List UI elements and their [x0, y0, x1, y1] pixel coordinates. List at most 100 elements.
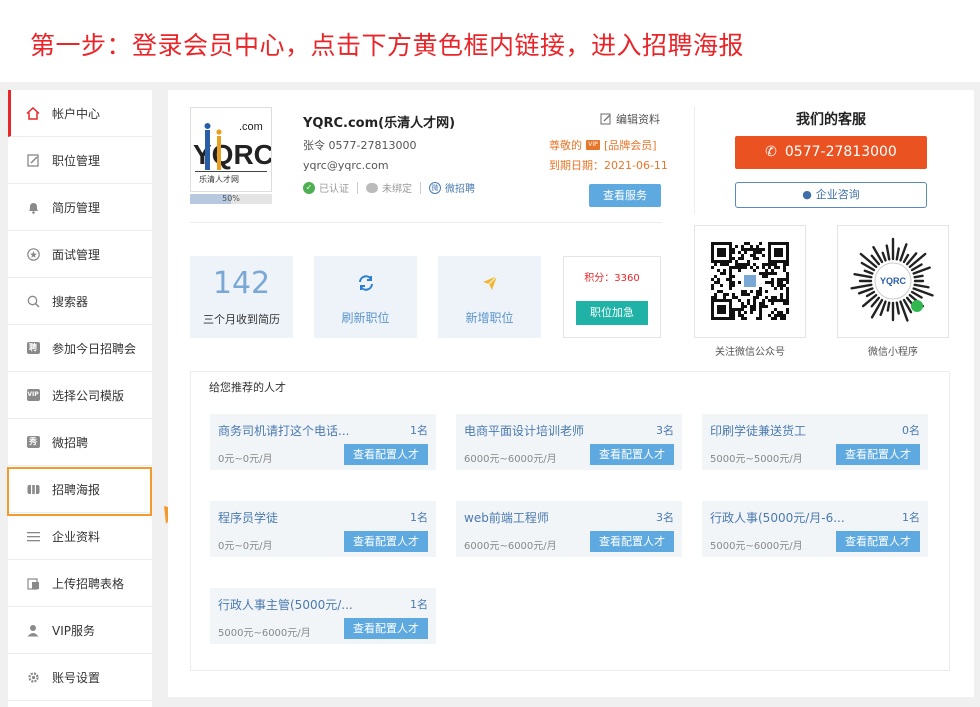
recommend-count: 3名: [656, 424, 674, 437]
hire-icon: 聘: [26, 341, 40, 355]
sidebar-item-label: 帐户中心: [52, 106, 101, 121]
resume-count-card[interactable]: 142 三个月收到简历: [190, 256, 293, 338]
add-job-button[interactable]: 新增职位: [438, 256, 541, 338]
sidebar-item-interview-management[interactable]: 面试管理: [8, 231, 152, 278]
recommend-card[interactable]: 商务司机请打这个电话... 1名 0元~0元/月 查看配置人才: [210, 414, 436, 470]
recommend-job-name[interactable]: 商务司机请打这个电话...: [218, 422, 378, 439]
vip-icon: VIP: [26, 388, 40, 402]
sidebar-item-label: 账号设置: [52, 670, 101, 685]
verified-icon: ✓: [303, 181, 315, 194]
phone-button[interactable]: ✆ 0577-27813000: [735, 136, 927, 169]
sidebar-item-upload-form[interactable]: 上传招聘表格: [8, 560, 152, 607]
refresh-icon: [314, 274, 417, 296]
profile-progress-bar: 50%: [190, 194, 272, 204]
recommend-job-name[interactable]: 印刷学徒兼送货工: [710, 422, 870, 439]
view-service-button[interactable]: 查看服务: [589, 184, 661, 207]
view-talent-button[interactable]: 查看配置人才: [344, 531, 428, 552]
sidebar-item-label: 微招聘: [52, 435, 89, 450]
contact-info: 张令 0577-27813000: [303, 139, 417, 152]
show-icon: 秀: [26, 435, 40, 449]
wechat-qr-label: 关注微信公众号: [715, 347, 785, 358]
search-icon: [26, 294, 40, 308]
view-talent-button[interactable]: 查看配置人才: [344, 444, 428, 465]
wechat-qr-code: [694, 225, 806, 338]
view-talent-button[interactable]: 查看配置人才: [590, 531, 674, 552]
resume-count-label: 三个月收到简历: [203, 313, 280, 326]
sidebar-item-job-management[interactable]: 职位管理: [8, 137, 152, 184]
divider: [190, 222, 662, 223]
recommend-salary: 6000元~6000元/月: [464, 541, 557, 552]
sidebar-item-company-template[interactable]: VIP 选择公司模版: [8, 372, 152, 419]
recommend-job-name[interactable]: 行政人事主管(5000元/...: [218, 596, 378, 613]
recommend-salary: 6000元~6000元/月: [464, 454, 557, 465]
recommend-salary: 5000元~6000元/月: [218, 628, 311, 639]
edit-profile-link[interactable]: 编辑资料: [600, 111, 660, 127]
sidebar-item-label: 上传招聘表格: [52, 576, 125, 591]
recommend-card[interactable]: 印刷学徒兼送货工 0名 5000元~5000元/月 查看配置人才: [702, 414, 928, 470]
send-icon: [438, 274, 541, 296]
recommend-card[interactable]: 行政人事主管(5000元/... 1名 5000元~6000元/月 查看配置人才: [210, 588, 436, 644]
view-talent-button[interactable]: 查看配置人才: [836, 531, 920, 552]
sidebar-item-label: 搜索器: [52, 294, 89, 309]
recommend-count: 1名: [902, 511, 920, 524]
divider-vertical: [694, 107, 695, 214]
sidebar-item-account-center[interactable]: 帐户中心: [8, 90, 152, 137]
sidebar-item-searcher[interactable]: 搜索器: [8, 278, 152, 325]
gear-icon: [26, 670, 40, 684]
recommend-card[interactable]: 行政人事(5000元/月-6... 1名 5000元~6000元/月 查看配置人…: [702, 501, 928, 557]
phone-icon: ✆: [765, 144, 777, 160]
instruction-banner: 第一步：登录会员中心，点击下方黄色框内链接，进入招聘海报: [0, 0, 980, 82]
home-icon: [26, 106, 40, 120]
upload-icon: [26, 576, 40, 590]
sidebar: 帐户中心 职位管理 简历管理 面试管理 搜索器 聘 参加今日招聘会 VIP 选择…: [8, 90, 152, 707]
recommend-job-name[interactable]: 行政人事(5000元/月-6...: [710, 509, 870, 526]
recommend-salary: 5000元~6000元/月: [710, 541, 803, 552]
enterprise-consult-button[interactable]: ● 企业咨询: [735, 182, 927, 208]
verified-label: 已认证: [319, 184, 349, 195]
email-address: yqrc@yqrc.com: [303, 159, 389, 172]
sidebar-item-label: 企业资料: [52, 529, 101, 544]
sidebar-item-job-fair[interactable]: 聘 参加今日招聘会: [8, 325, 152, 372]
refresh-job-button[interactable]: 刷新职位: [314, 256, 417, 338]
banner-title: 第一步：登录会员中心，点击下方黄色框内链接，进入招聘海报: [30, 31, 745, 60]
sidebar-item-company-info[interactable]: 企业资料: [8, 513, 152, 560]
recommend-job-name[interactable]: web前端工程师: [464, 509, 624, 526]
recommend-card[interactable]: 电商平面设计培训老师 3名 6000元~6000元/月 查看配置人才: [456, 414, 682, 470]
expire-date: 到期日期：2021-06-11: [549, 159, 668, 172]
svg-text:YQRC: YQRC: [193, 139, 271, 170]
points-card: 积分：3360 职位加急: [563, 256, 661, 338]
recommend-salary: 0元~0元/月: [218, 541, 273, 552]
member-level: 尊敬的 VIP [品牌会员]: [549, 139, 657, 152]
customer-service-title: 我们的客服: [796, 112, 866, 128]
svg-text:乐清人才网: 乐清人才网: [199, 174, 239, 184]
recommend-card[interactable]: 程序员学徒 1名 0元~0元/月 查看配置人才: [210, 501, 436, 557]
recommend-count: 1名: [410, 424, 428, 437]
sidebar-item-vip-service[interactable]: VIP服务: [8, 607, 152, 654]
recommend-job-name[interactable]: 电商平面设计培训老师: [464, 422, 624, 439]
sidebar-item-label: 面试管理: [52, 247, 101, 262]
progress-label: 50%: [222, 194, 240, 203]
job-boost-button[interactable]: 职位加急: [576, 301, 648, 325]
sidebar-item-label: 参加今日招聘会: [52, 341, 137, 356]
view-talent-button[interactable]: 查看配置人才: [836, 444, 920, 465]
wechat-icon: [366, 182, 378, 193]
recommend-job-name[interactable]: 程序员学徒: [218, 509, 378, 526]
add-job-label: 新增职位: [465, 311, 514, 325]
recommend-card[interactable]: web前端工程师 3名 6000元~6000元/月 查看配置人才: [456, 501, 682, 557]
mini-program-qr-label: 微信小程序: [868, 347, 918, 358]
edit-icon: [26, 153, 40, 167]
sidebar-item-account-settings[interactable]: 账号设置: [8, 654, 152, 701]
view-talent-button[interactable]: 查看配置人才: [344, 618, 428, 639]
sidebar-item-resume-management[interactable]: 简历管理: [8, 184, 152, 231]
recommend-count: 1名: [410, 598, 428, 611]
bell-icon: [26, 200, 40, 214]
recommend-salary: 5000元~5000元/月: [710, 454, 803, 465]
micro-hire-link[interactable]: 微招聘: [445, 180, 475, 195]
unbound-label[interactable]: 未绑定: [382, 180, 412, 195]
vip-badge-icon: VIP: [586, 140, 600, 150]
user-icon: [26, 623, 40, 637]
view-talent-button[interactable]: 查看配置人才: [590, 444, 674, 465]
recommend-count: 1名: [410, 511, 428, 524]
sidebar-item-micro-hire[interactable]: 秀 微招聘: [8, 419, 152, 466]
edit-icon: [600, 113, 611, 125]
